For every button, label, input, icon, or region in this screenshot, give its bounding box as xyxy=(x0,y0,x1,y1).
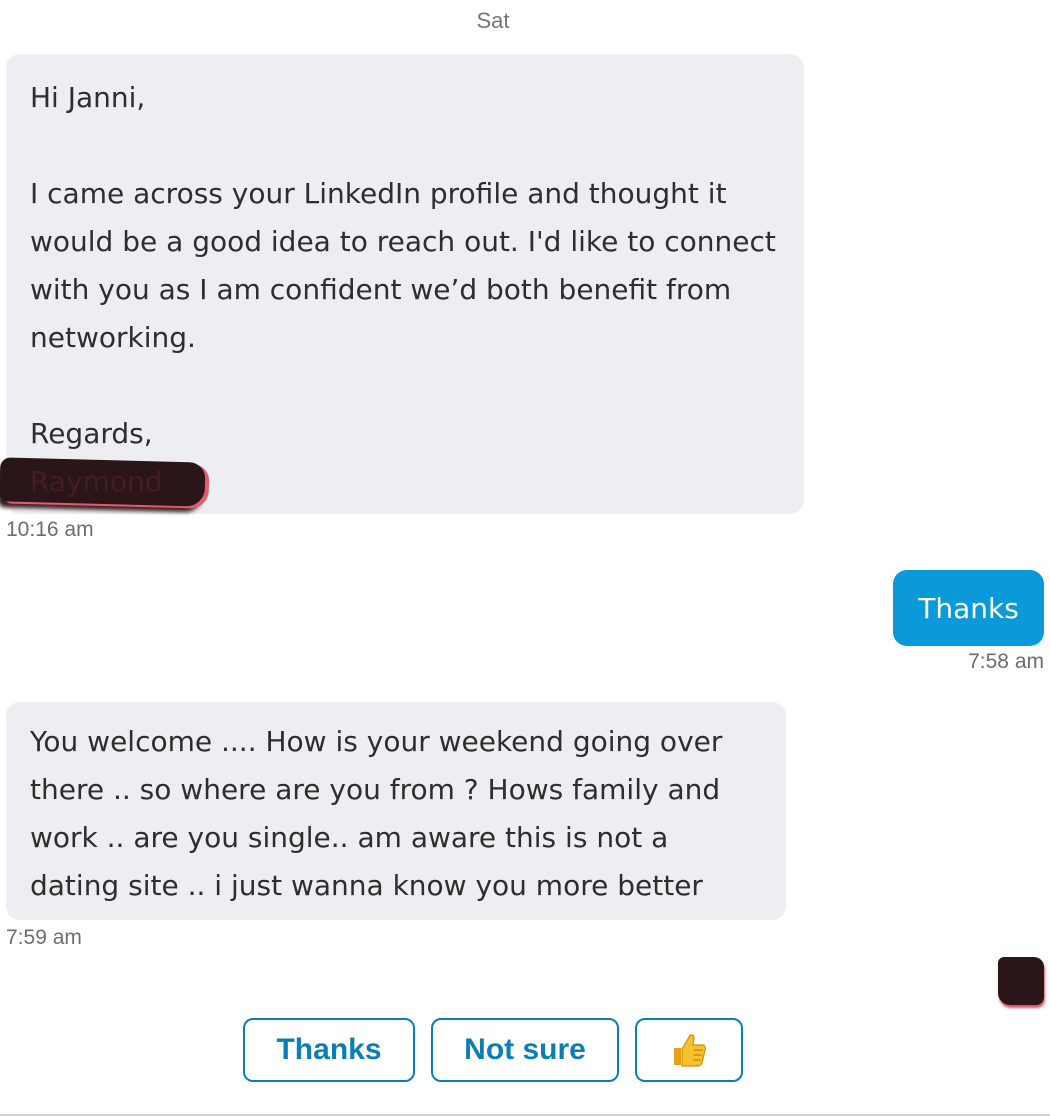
message-timestamp: 7:59 am xyxy=(6,926,82,949)
thumbs-up-icon xyxy=(674,1034,706,1067)
redacted-signature: Raymond xyxy=(30,458,163,506)
outgoing-message-bubble: Thanks xyxy=(893,570,1044,646)
incoming-message-bubble: You welcome .... How is your weekend goi… xyxy=(6,702,786,920)
sender-signature: Raymond xyxy=(30,465,163,498)
quick-reply-bar: Thanks Not sure xyxy=(0,1018,1050,1082)
message-closing: Regards, xyxy=(30,417,153,450)
message-greeting: Hi Janni, xyxy=(30,81,146,114)
message-body: You welcome .... How is your weekend goi… xyxy=(30,725,723,902)
read-receipt-avatar xyxy=(998,957,1044,1005)
message-timestamp: 7:58 am xyxy=(968,650,1044,673)
day-divider: Sat xyxy=(476,8,510,33)
quick-reply-thanks-button[interactable]: Thanks xyxy=(243,1018,415,1082)
message-body: I came across your LinkedIn profile and … xyxy=(30,177,776,354)
message-timestamp: 10:16 am xyxy=(6,518,94,541)
outgoing-message-text: Thanks xyxy=(918,591,1019,625)
incoming-message-bubble: Hi Janni, I came across your LinkedIn pr… xyxy=(6,54,804,514)
quick-reply-not-sure-button[interactable]: Not sure xyxy=(431,1018,619,1082)
quick-reply-like-button[interactable] xyxy=(635,1018,743,1082)
